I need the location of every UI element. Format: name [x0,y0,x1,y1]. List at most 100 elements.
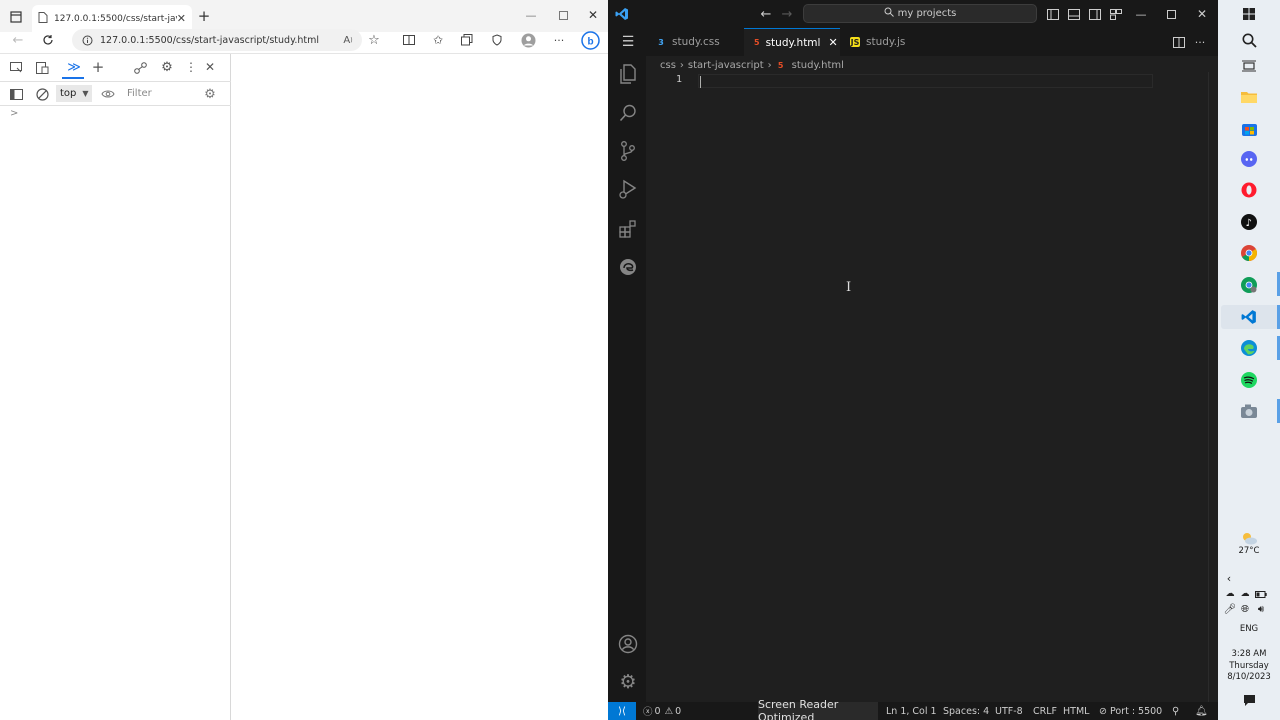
live-server-port[interactable]: ⊘ Port : 5500 [1099,702,1162,720]
explorer-icon[interactable] [617,63,639,85]
customize-layout-icon[interactable] [1108,6,1124,22]
vscode-maximize-icon[interactable] [1163,6,1179,22]
close-tab-icon[interactable]: ✕ [828,36,837,49]
notifications-bell-icon[interactable]: 🔔︎ [1195,702,1208,720]
devtools-settings-icon[interactable]: ⚙ [159,59,175,75]
tab-actions-icon[interactable] [8,9,24,25]
cloud-sync-icon[interactable]: ☁ [1239,588,1251,600]
discord-icon[interactable] [1239,149,1259,169]
onedrive-icon[interactable]: ☁ [1224,588,1236,600]
tab-study-js[interactable]: JS study.js [840,28,932,56]
editor-scrollbar[interactable] [1208,72,1209,702]
page-viewport[interactable] [231,54,608,720]
manage-gear-icon[interactable]: ⚙ [617,671,639,693]
tab-study-html[interactable]: 5 study.html ✕ [744,28,840,56]
read-aloud-icon[interactable]: A) [340,32,356,48]
problems-indicator[interactable]: ⓧ 0 ⚠ 0 [643,702,681,720]
devtools-more-icon[interactable]: ⋮ [184,59,198,75]
nav-back-icon[interactable]: ← [758,6,774,22]
extensions-icon[interactable] [617,218,639,240]
context-selector[interactable]: top ▼ [56,85,92,102]
spotify-icon[interactable] [1239,370,1259,390]
add-tool-icon[interactable]: + [90,58,106,76]
menu-hamburger-icon[interactable]: ☰ [618,34,638,50]
split-screen-icon[interactable] [401,32,417,48]
clear-console-icon[interactable] [34,86,50,102]
vscode-minimize-icon[interactable]: — [1133,6,1149,22]
breadcrumb-item[interactable]: start-javascript [688,60,764,71]
favorites-icon[interactable]: ✩ [430,32,446,48]
camera-app-icon[interactable] [1239,401,1259,421]
command-center-search[interactable]: my projects [803,4,1037,23]
microphone-icon[interactable]: 🎤︎ [1224,603,1237,615]
console-filter-input[interactable]: Filter [124,85,200,102]
accounts-icon[interactable] [617,633,639,655]
weather-temperature[interactable]: 27°C [1218,546,1280,556]
console-settings-icon[interactable]: ⚙ [202,86,218,102]
profile-avatar[interactable] [519,31,537,49]
close-tab-icon[interactable]: ✕ [177,12,186,25]
toggle-primary-sidebar-icon[interactable] [1045,6,1061,22]
tab-study-css[interactable]: 3 study.css [646,28,744,56]
code-editor[interactable] [646,72,1218,702]
screen-reader-mode[interactable]: Screen Reader Optimized [758,698,878,720]
breadcrumb-item[interactable]: css [660,60,676,71]
encoding[interactable]: UTF-8 [995,702,1023,720]
feedback-icon[interactable]: ⚲ [1172,702,1179,720]
opera-icon[interactable] [1239,180,1259,200]
console-expand-arrow[interactable]: > [10,108,18,119]
browser-tab[interactable]: 127.0.0.1:5500/css/start-javascri ✕ [32,5,192,32]
editor-more-actions-icon[interactable]: ··· [1192,34,1208,50]
maximize-icon[interactable] [554,6,572,24]
browser-essentials-icon[interactable] [489,32,505,48]
refresh-icon[interactable] [40,32,56,48]
windows-search-icon[interactable] [1239,30,1259,50]
windows-start-icon[interactable] [1239,4,1259,24]
close-devtools-icon[interactable]: ✕ [202,59,218,75]
end-of-line[interactable]: CRLF [1033,702,1057,720]
tiktok-icon[interactable]: ♪ [1239,212,1259,232]
chrome-icon[interactable] [1239,243,1259,263]
back-icon[interactable]: ← [10,32,26,48]
microsoft-store-icon[interactable] [1239,118,1259,138]
inspect-element-icon[interactable] [8,60,24,76]
edge-devtools-extension-icon[interactable] [617,256,639,278]
task-view-icon[interactable] [1239,56,1259,76]
vscode-taskbar-icon[interactable] [1239,307,1259,327]
cursor-position[interactable]: Ln 1, Col 1 [886,702,937,720]
more-options-icon[interactable]: ··· [551,32,567,48]
toggle-panel-icon[interactable] [1066,6,1082,22]
split-editor-icon[interactable] [1171,34,1187,50]
volume-icon[interactable]: 🔊︎ [1254,603,1268,615]
indentation[interactable]: Spaces: 4 [943,702,989,720]
clock-date[interactable]: 8/10/2023 [1218,672,1280,682]
sidebar-toggle-icon[interactable] [8,86,24,102]
chrome-profile-icon[interactable] [1239,275,1259,295]
weather-icon[interactable] [1239,528,1259,548]
battery-icon[interactable] [1254,588,1268,600]
notification-center-icon[interactable] [1239,690,1259,710]
collections-icon[interactable] [459,32,475,48]
favorite-star-icon[interactable]: ☆ [366,32,382,48]
console-tab-icon[interactable]: ≫ [65,59,83,75]
network-globe-icon[interactable]: 🌐︎ [1239,603,1251,615]
remote-indicator-icon[interactable]: ⟩⟨ [608,702,636,720]
device-emulation-icon[interactable] [34,60,50,76]
source-control-icon[interactable] [617,140,639,162]
connect-icon[interactable] [132,60,148,76]
close-window-icon[interactable]: ✕ [584,6,602,24]
new-tab-icon[interactable]: + [196,7,212,25]
file-explorer-icon[interactable] [1239,87,1259,107]
language-mode[interactable]: HTML [1063,702,1089,720]
input-language[interactable]: ENG [1218,624,1280,634]
show-hidden-icons-chevron-icon[interactable]: ‹ [1222,572,1236,585]
vscode-close-icon[interactable]: ✕ [1194,6,1210,22]
live-expression-eye-icon[interactable] [100,86,116,102]
breadcrumb-item[interactable]: study.html [792,60,844,71]
nav-forward-icon[interactable]: → [779,6,795,22]
clock-time[interactable]: 3:28 AM [1218,649,1280,659]
clock-day[interactable]: Thursday [1218,661,1280,671]
search-view-icon[interactable] [617,102,639,124]
address-bar[interactable]: 127.0.0.1:5500/css/start-javascript/stud… [72,29,362,51]
edge-taskbar-icon[interactable] [1239,338,1259,358]
